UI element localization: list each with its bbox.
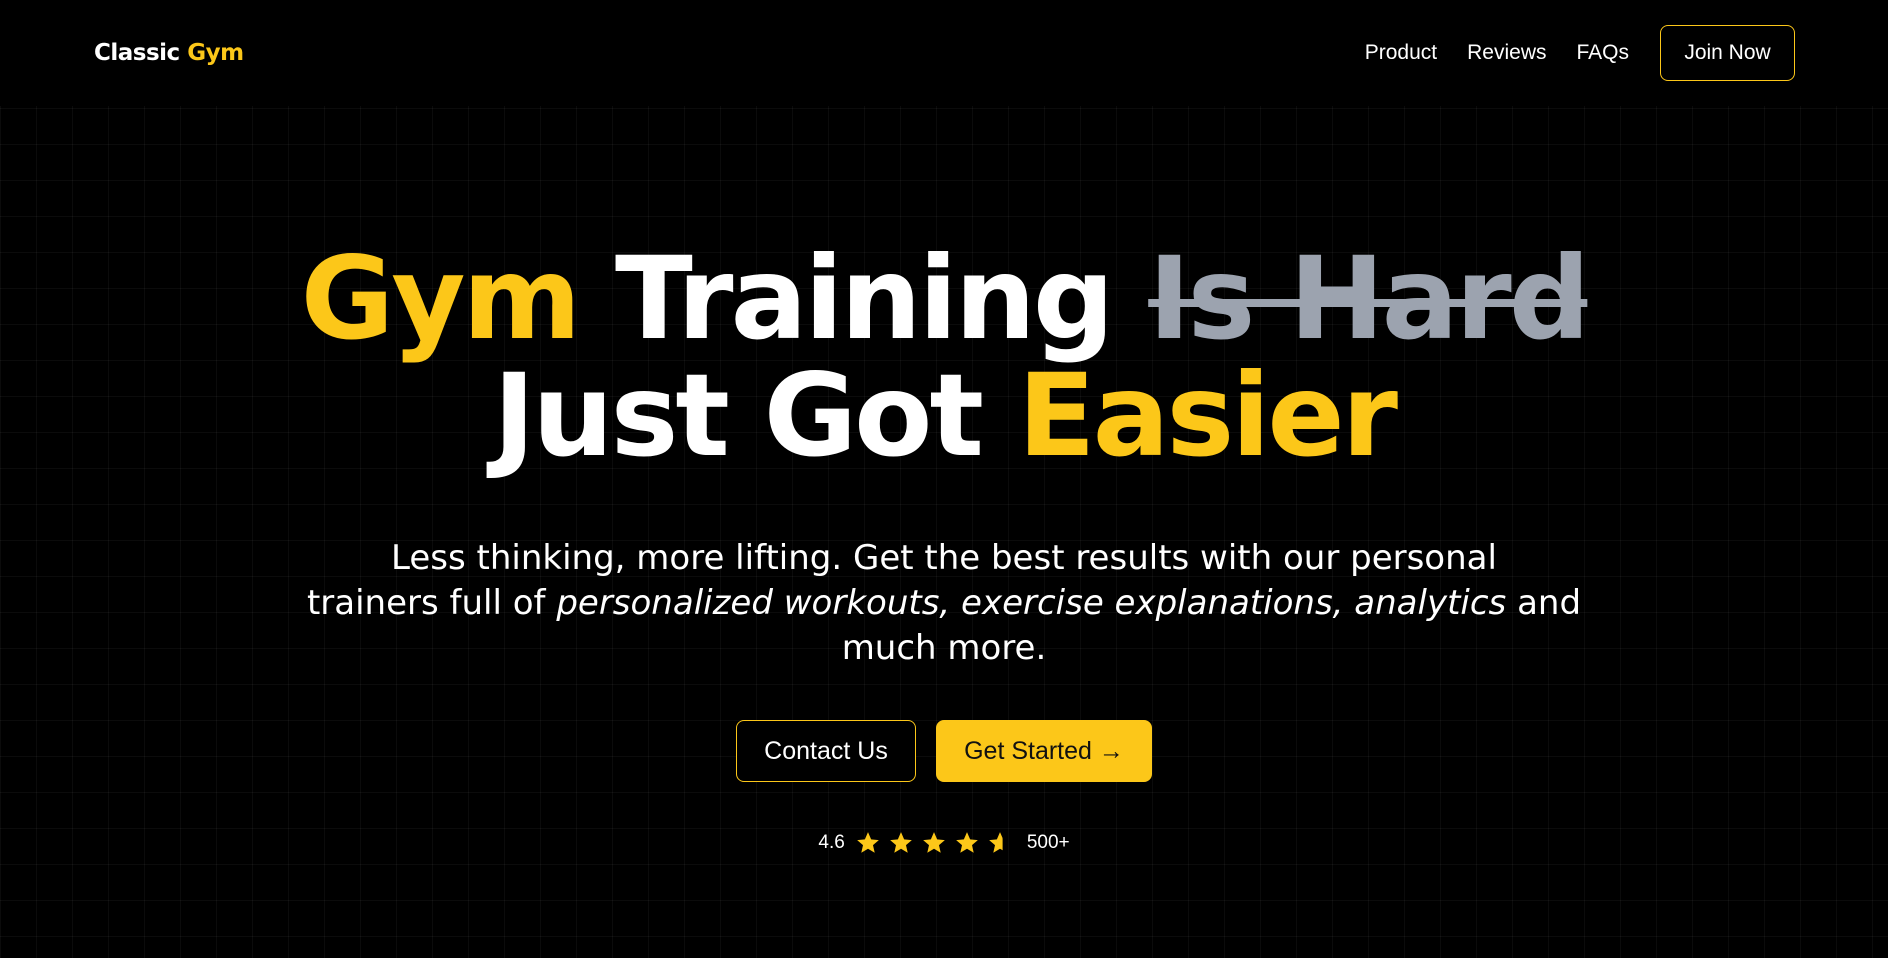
nav-links: Product Reviews FAQs Join Now xyxy=(1365,25,1795,81)
brand-name-classic: Classic xyxy=(94,40,188,66)
brand-logo[interactable]: Classic Gym xyxy=(94,40,244,66)
top-nav: Classic Gym Product Reviews FAQs Join No… xyxy=(0,0,1888,106)
nav-link-product[interactable]: Product xyxy=(1365,41,1437,65)
rating-score: 4.6 xyxy=(818,832,845,853)
star-full-icon xyxy=(856,832,879,853)
landing-page: Classic Gym Product Reviews FAQs Join No… xyxy=(0,0,1888,958)
rating-count: 500+ xyxy=(1026,832,1070,853)
rating-bar: 4.6 500+ xyxy=(0,830,1888,856)
star-full-icon xyxy=(889,832,912,853)
headline-line-1: Gym Training Is Hard xyxy=(0,240,1888,357)
rating-stars xyxy=(855,830,1013,856)
headline-struck-text: Is Hard xyxy=(1148,232,1590,365)
nav-link-reviews[interactable]: Reviews xyxy=(1467,41,1546,65)
brand-name-gym: Gym xyxy=(187,40,244,66)
hero-section: Gym Training Is Hard Just Got Easier xyxy=(0,240,1888,474)
cta-group: Contact Us Get Started → xyxy=(0,720,1888,782)
star-full-icon xyxy=(922,832,945,853)
subtext-line-3: much more. xyxy=(841,628,1047,668)
subtext-line-2-post: and xyxy=(1506,583,1582,623)
subtext-italic-features: personalized workouts, exercise explanat… xyxy=(556,583,1507,623)
headline-word-easier: Easier xyxy=(1017,349,1398,482)
star-half-icon xyxy=(988,832,1003,853)
get-started-button[interactable]: Get Started → xyxy=(936,720,1152,782)
join-now-button[interactable]: Join Now xyxy=(1660,25,1795,81)
hero-headline: Gym Training Is Hard Just Got Easier xyxy=(0,240,1888,474)
star-full-icon xyxy=(955,832,978,853)
nav-link-faqs[interactable]: FAQs xyxy=(1576,41,1629,65)
subtext-line-2: trainers full of personalized workouts, … xyxy=(0,581,1888,626)
hero-subtext: Less thinking, more lifting. Get the bes… xyxy=(0,536,1888,671)
headline-word-gym: Gym xyxy=(300,232,582,365)
headline-line-2: Just Got Easier xyxy=(0,357,1888,474)
subtext-line-2-pre: trainers full of xyxy=(306,583,557,623)
headline-word-training: Training xyxy=(615,232,1114,365)
subtext-line-1: Less thinking, more lifting. Get the bes… xyxy=(391,538,1497,578)
contact-us-button[interactable]: Contact Us xyxy=(736,720,916,782)
headline-word-just-got: Just Got xyxy=(493,349,984,482)
